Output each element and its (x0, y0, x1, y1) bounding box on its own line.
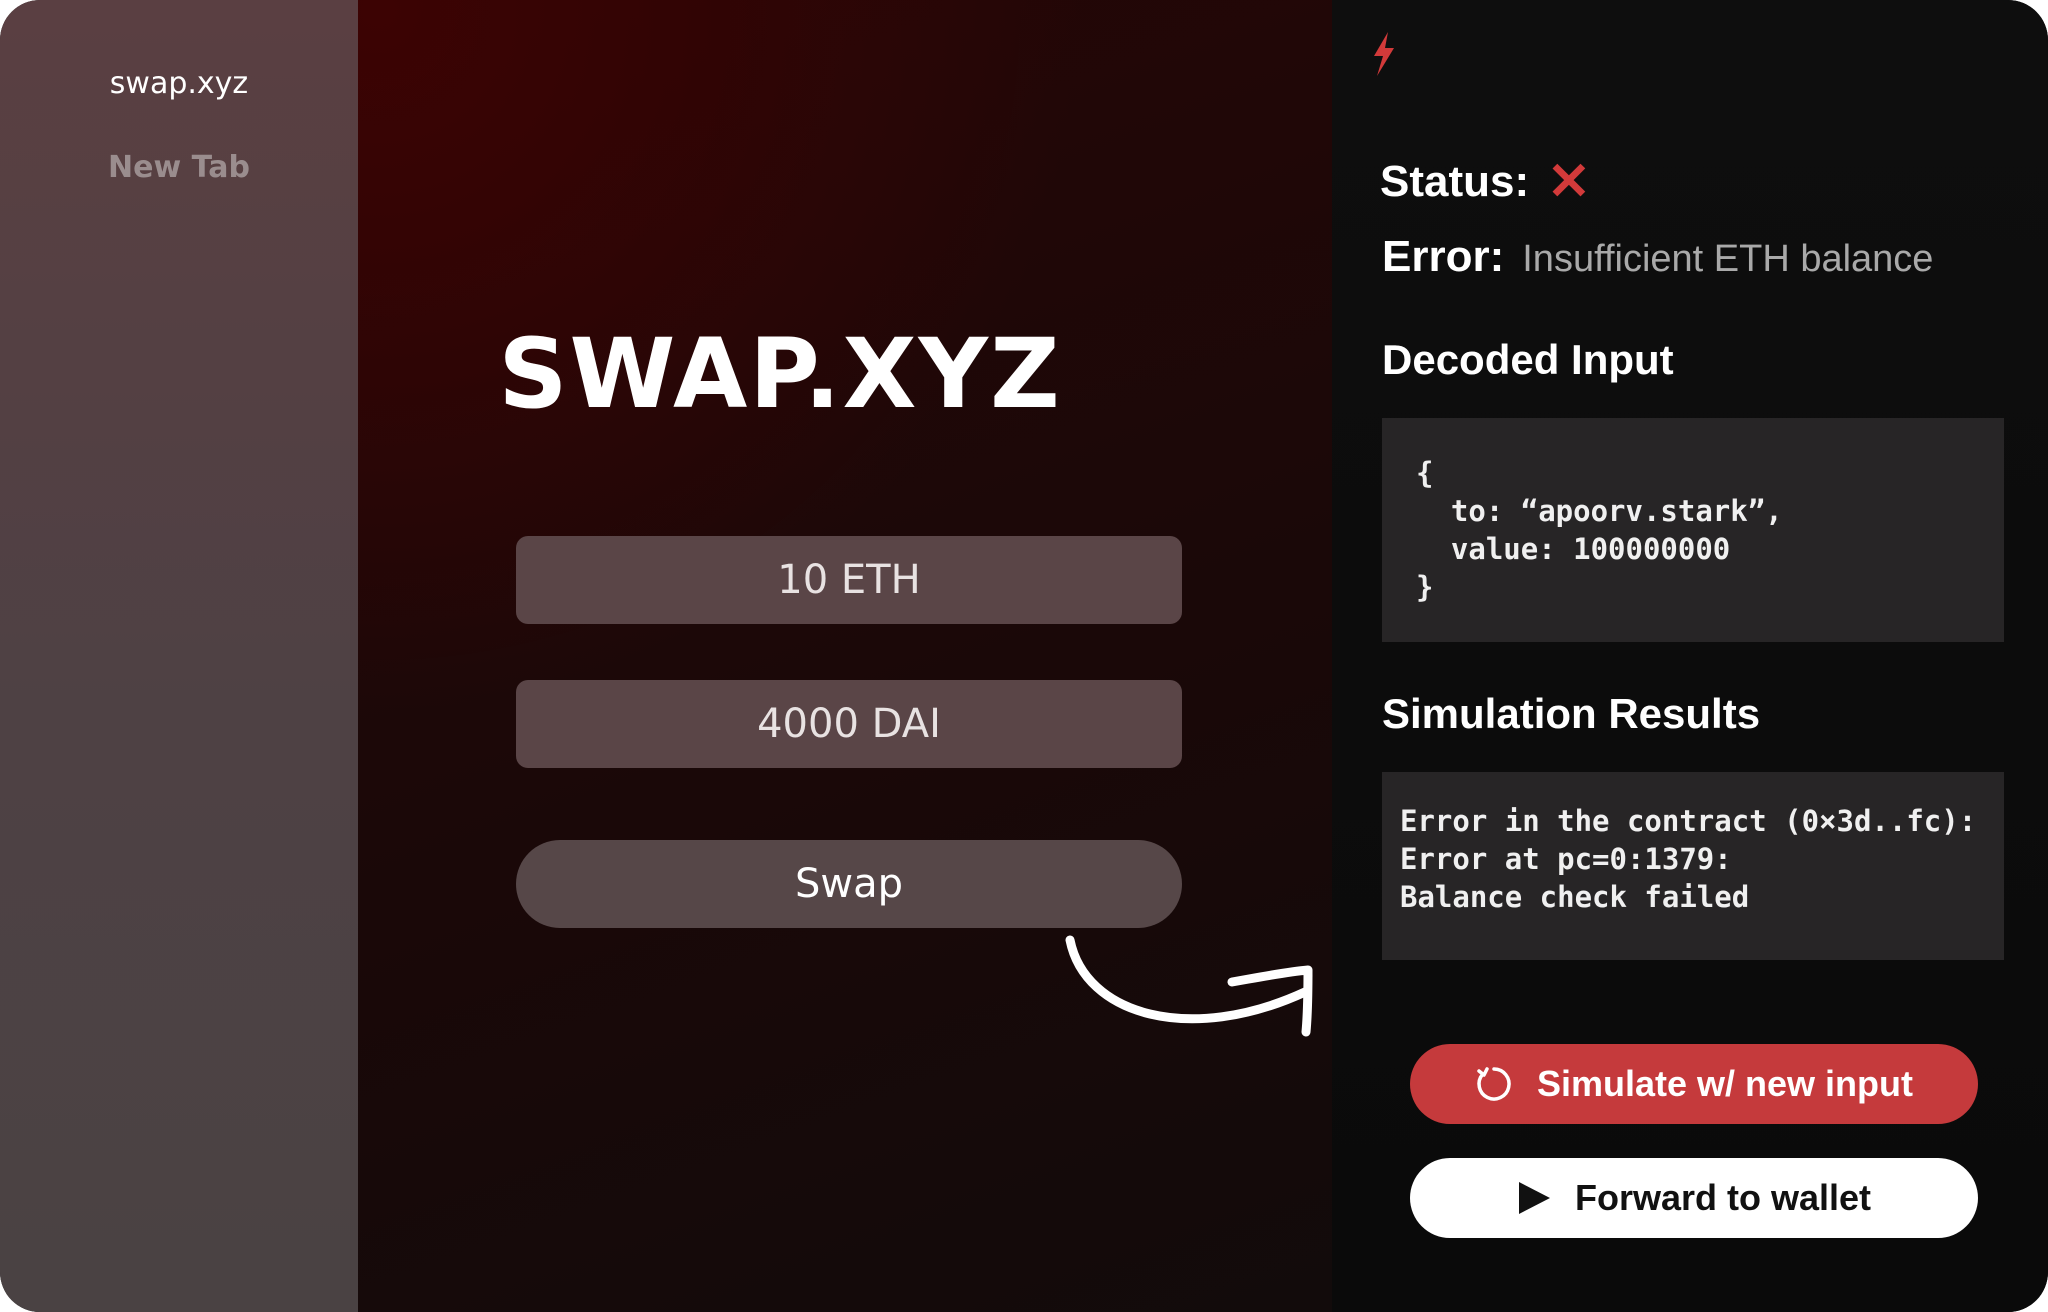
to-amount-input[interactable]: 4000 DAI (516, 680, 1182, 768)
extension-panel: Status: ✕ Error: Insufficient ETH balanc… (1332, 0, 2048, 1312)
lightning-bolt-icon (1374, 32, 1394, 76)
error-message: Insufficient ETH balance (1522, 238, 1934, 280)
decoded-input-code: { to: “apoorv.stark”, value: 100000000 } (1382, 418, 2004, 642)
from-amount-input[interactable]: 10 ETH (516, 536, 1182, 624)
error-label: Error: (1382, 232, 1505, 281)
error-row: Error: Insufficient ETH balance (1382, 232, 1933, 282)
tab-sidebar: swap.xyz New Tab (0, 0, 358, 1312)
app-logo: SWAP.XYZ (498, 318, 1062, 430)
decoded-input-title: Decoded Input (1382, 336, 1674, 383)
tab-new-tab[interactable]: New Tab (0, 150, 358, 185)
simulate-label: Simulate w/ new input (1536, 1063, 1914, 1104)
simulation-results-title: Simulation Results (1382, 690, 1761, 737)
simulate-new-input-button[interactable]: Simulate w/ new input (1410, 1044, 1978, 1124)
forward-label: Forward to wallet (1574, 1177, 1872, 1218)
status-label: Status: (1380, 157, 1530, 206)
x-icon: ✕ (1547, 153, 1591, 211)
status-row: Status: ✕ (1380, 156, 1591, 208)
browser-window: swap.xyz New Tab SWAP.XYZ 10 ETH 4000 DA… (0, 0, 2048, 1312)
dapp-page: SWAP.XYZ 10 ETH 4000 DAI Swap (358, 0, 1332, 1312)
simulation-results-code: Error in the contract (0×3d..fc): Error … (1382, 772, 2004, 960)
forward-to-wallet-button[interactable]: Forward to wallet (1410, 1158, 1978, 1238)
refresh-icon (1475, 1065, 1513, 1103)
play-icon (1517, 1181, 1551, 1215)
swap-button[interactable]: Swap (516, 840, 1182, 928)
tab-swap-xyz[interactable]: swap.xyz (0, 66, 358, 101)
curved-arrow-icon (1065, 935, 1313, 1037)
